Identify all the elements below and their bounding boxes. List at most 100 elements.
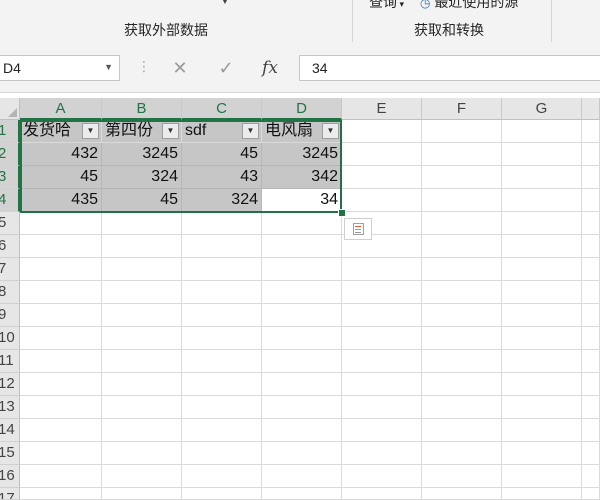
table-cell[interactable]: 324 <box>182 189 262 212</box>
grid-cell[interactable] <box>422 281 502 304</box>
grid-cell[interactable] <box>422 143 502 166</box>
grid-cell[interactable] <box>422 396 502 419</box>
filter-dropdown-icon[interactable]: ▼ <box>82 123 99 139</box>
row-header-7[interactable]: 7 <box>0 258 20 281</box>
grid-cell[interactable] <box>102 304 182 327</box>
column-header-h[interactable] <box>582 98 600 120</box>
grid-cell[interactable] <box>102 442 182 465</box>
grid-cell[interactable] <box>342 189 422 212</box>
formula-input[interactable]: 34 <box>299 55 600 81</box>
table-cell[interactable]: 3245 <box>102 143 182 166</box>
grid-cell[interactable] <box>182 419 262 442</box>
grid-cell[interactable] <box>262 350 342 373</box>
grid-cell[interactable] <box>582 442 600 465</box>
grid-cell[interactable] <box>342 488 422 500</box>
grid-cell[interactable] <box>502 373 582 396</box>
row-header-1[interactable]: 1 <box>0 120 20 143</box>
grid-cell[interactable] <box>422 235 502 258</box>
enter-icon[interactable]: ✓ <box>211 55 241 81</box>
grid-cell[interactable] <box>262 488 342 500</box>
grid-cell[interactable] <box>422 488 502 500</box>
grid-cell[interactable] <box>342 166 422 189</box>
grid-cell[interactable] <box>582 373 600 396</box>
row-header-6[interactable]: 6 <box>0 235 20 258</box>
grid-cell[interactable] <box>182 488 262 500</box>
grid-cell[interactable] <box>582 465 600 488</box>
grid-cell[interactable] <box>342 419 422 442</box>
recent-sources-button[interactable]: ◷ 最近使用的源 <box>420 0 518 12</box>
grid-cell[interactable] <box>582 212 600 235</box>
grid-cell[interactable] <box>102 465 182 488</box>
grid-cell[interactable] <box>262 419 342 442</box>
grid-cell[interactable] <box>342 442 422 465</box>
column-header-c[interactable]: C <box>182 98 262 120</box>
grid-cell[interactable] <box>422 212 502 235</box>
grid-cell[interactable] <box>102 488 182 500</box>
grid-cell[interactable] <box>262 235 342 258</box>
grid-cell[interactable] <box>102 212 182 235</box>
table-cell[interactable]: 432 <box>20 143 102 166</box>
grid-cell[interactable] <box>20 373 102 396</box>
grid-cell[interactable] <box>102 235 182 258</box>
table-cell[interactable]: 435 <box>20 189 102 212</box>
insert-function-icon[interactable]: fx <box>255 55 285 81</box>
grid-cell[interactable] <box>342 350 422 373</box>
grid-cell[interactable] <box>262 373 342 396</box>
grid-cell[interactable] <box>20 350 102 373</box>
worksheet-grid[interactable]: A B C D E F G 1 2 3 4 5 6 7 8 9 10 11 12… <box>0 98 600 500</box>
column-header-b[interactable]: B <box>102 98 182 120</box>
table-header-cell[interactable]: 电风扇 ▼ <box>262 120 342 143</box>
grid-cell[interactable] <box>422 419 502 442</box>
grid-cell[interactable] <box>102 419 182 442</box>
column-header-f[interactable]: F <box>422 98 502 120</box>
table-header-cell[interactable]: 发货哈 ▼ <box>20 120 102 143</box>
grid-cell[interactable] <box>502 350 582 373</box>
grid-cell[interactable] <box>502 304 582 327</box>
grid-cell[interactable] <box>182 281 262 304</box>
table-header-cell[interactable]: sdf ▼ <box>182 120 262 143</box>
filter-dropdown-icon[interactable]: ▼ <box>242 123 259 139</box>
grid-cell[interactable] <box>102 373 182 396</box>
grid-cell[interactable] <box>182 465 262 488</box>
grid-cell[interactable] <box>20 235 102 258</box>
grid-cell[interactable] <box>20 327 102 350</box>
grid-cell[interactable] <box>182 442 262 465</box>
grid-cell[interactable] <box>502 396 582 419</box>
grid-cell[interactable] <box>502 120 582 143</box>
grid-cell[interactable] <box>20 396 102 419</box>
grid-cell[interactable] <box>582 396 600 419</box>
grid-cell[interactable] <box>262 442 342 465</box>
grid-cell[interactable] <box>262 465 342 488</box>
grid-cell[interactable] <box>502 235 582 258</box>
grid-cell[interactable] <box>502 166 582 189</box>
row-header-16[interactable]: 16 <box>0 465 20 488</box>
row-header-11[interactable]: 11 <box>0 350 20 373</box>
column-header-e[interactable]: E <box>342 98 422 120</box>
active-cell[interactable]: 34 <box>262 189 342 212</box>
grid-cell[interactable] <box>582 166 600 189</box>
grid-cell[interactable] <box>182 235 262 258</box>
table-cell[interactable]: 324 <box>102 166 182 189</box>
grid-cell[interactable] <box>262 258 342 281</box>
grid-cell[interactable] <box>582 258 600 281</box>
grid-cell[interactable] <box>342 327 422 350</box>
grid-cell[interactable] <box>502 189 582 212</box>
grid-cell[interactable] <box>582 488 600 500</box>
grid-cell[interactable] <box>102 350 182 373</box>
row-header-12[interactable]: 12 <box>0 373 20 396</box>
grid-cell[interactable] <box>582 419 600 442</box>
grid-cell[interactable] <box>20 304 102 327</box>
grid-cell[interactable] <box>342 373 422 396</box>
grid-cell[interactable] <box>422 120 502 143</box>
row-header-4[interactable]: 4 <box>0 189 20 212</box>
grid-cell[interactable] <box>342 258 422 281</box>
name-box[interactable]: D4 ▼ <box>0 55 120 81</box>
grid-cell[interactable] <box>502 258 582 281</box>
grid-cell[interactable] <box>502 442 582 465</box>
chevron-down-icon[interactable]: ▼ <box>220 0 230 7</box>
grid-cell[interactable] <box>182 304 262 327</box>
grid-cell[interactable] <box>342 120 422 143</box>
grid-cell[interactable] <box>182 396 262 419</box>
grid-cell[interactable] <box>262 304 342 327</box>
row-header-8[interactable]: 8 <box>0 281 20 304</box>
